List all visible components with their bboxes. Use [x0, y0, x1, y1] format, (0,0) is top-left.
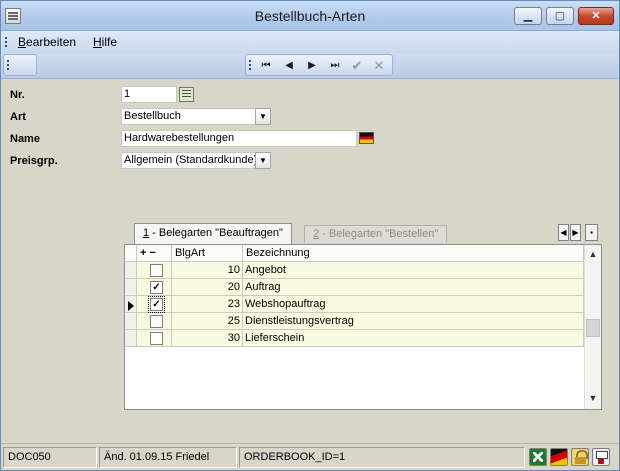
nr-field[interactable]: 1	[121, 86, 177, 103]
row-indicator-header	[125, 245, 137, 262]
app-window: Bestellbuch-Arten ▁ ▢ ✕ Bearbeiten Hilfe…	[0, 0, 620, 471]
status-doc-code: DOC050	[3, 447, 97, 468]
preisgrp-select[interactable]: Allgemein (Standardkunde)	[121, 152, 256, 169]
toolbar-handle[interactable]	[3, 54, 37, 76]
row-checkbox[interactable]	[150, 315, 163, 328]
tab-belegarten-beauftragen[interactable]: 1 - Belegarten "Beauftragen"	[134, 223, 292, 244]
last-record-icon[interactable]: ⏭	[325, 57, 345, 74]
preisgrp-label: Preisgrp.	[10, 155, 58, 167]
row-indicator[interactable]	[125, 262, 137, 279]
plus-minus-header[interactable]: + −	[137, 245, 172, 262]
art-select[interactable]: Bestellbuch	[121, 108, 256, 125]
tab-scroll-right-icon[interactable]: ▶	[570, 224, 581, 241]
table-row-blgart[interactable]: 20	[172, 279, 243, 296]
column-header-blgart[interactable]: BlgArt	[172, 245, 243, 262]
nr-label: Nr.	[10, 89, 25, 101]
save-icon[interactable]	[592, 448, 610, 466]
art-dropdown-chevron-icon[interactable]: ▼	[255, 108, 271, 125]
record-navigator: ⏮ ◀ ▶ ⏭ ✔ ✕	[245, 54, 393, 76]
german-flag-icon[interactable]	[359, 132, 374, 144]
close-button[interactable]: ✕	[578, 7, 614, 25]
remove-all-icon[interactable]: −	[150, 247, 156, 259]
title-bar: Bestellbuch-Arten ▁ ▢ ✕	[1, 1, 619, 31]
name-label: Name	[10, 133, 40, 145]
menubar-grip-icon[interactable]	[5, 37, 8, 47]
name-field[interactable]: Hardwarebestellungen	[121, 130, 357, 147]
column-header-bezeichnung[interactable]: Bezeichnung	[243, 245, 584, 262]
language-flag-icon[interactable]	[550, 448, 568, 466]
lookup-icon[interactable]	[179, 87, 194, 102]
first-record-icon[interactable]: ⏮	[256, 57, 276, 74]
next-record-icon[interactable]: ▶	[302, 57, 322, 74]
row-checkbox[interactable]	[150, 264, 163, 277]
add-all-icon[interactable]: +	[140, 247, 146, 259]
excel-export-icon[interactable]	[529, 448, 547, 466]
scroll-thumb[interactable]	[586, 319, 600, 337]
cancel-icon[interactable]: ✕	[369, 57, 389, 74]
table-row-bezeichnung[interactable]: Webshopauftrag	[243, 296, 584, 313]
menu-bar: Bearbeiten Hilfe	[1, 31, 619, 53]
art-label: Art	[10, 111, 26, 123]
maximize-button[interactable]: ▢	[546, 7, 574, 25]
table-row-blgart[interactable]: 23	[172, 296, 243, 313]
lock-icon[interactable]	[571, 448, 589, 466]
menu-hilfe[interactable]: Hilfe	[93, 35, 117, 49]
status-last-changed: Änd. 01.09.15 Friedel	[99, 447, 237, 468]
table-row-blgart[interactable]: 30	[172, 330, 243, 347]
grid-vertical-scrollbar[interactable]: ▲ ▼	[584, 245, 601, 409]
minimize-button[interactable]: ▁	[514, 7, 542, 25]
row-checkbox-checked[interactable]: ✓	[150, 281, 163, 294]
navigator-grip-icon[interactable]	[249, 60, 252, 70]
toolbar-grip-icon	[7, 60, 10, 70]
row-indicator[interactable]	[125, 279, 137, 296]
row-checkbox[interactable]	[150, 332, 163, 345]
tab-scroll-left-icon[interactable]: ◀	[558, 224, 569, 241]
table-row-bezeichnung[interactable]: Auftrag	[243, 279, 584, 296]
status-record-key: ORDERBOOK_ID=1	[239, 447, 525, 468]
preisgrp-dropdown-chevron-icon[interactable]: ▼	[255, 152, 271, 169]
status-bar: DOC050 Änd. 01.09.15 Friedel ORDERBOOK_I…	[1, 443, 619, 470]
table-row-blgart[interactable]: 10	[172, 262, 243, 279]
previous-record-icon[interactable]: ◀	[279, 57, 299, 74]
tab-strip: 1 - Belegarten "Beauftragen" 2 - Belegar…	[124, 222, 602, 244]
row-indicator[interactable]	[125, 330, 137, 347]
table-row-bezeichnung[interactable]: Lieferschein	[243, 330, 584, 347]
tab-close-icon[interactable]: ▪	[585, 224, 598, 241]
toolbar-row: ⏮ ◀ ▶ ⏭ ✔ ✕	[1, 53, 619, 79]
scroll-up-icon[interactable]: ▲	[585, 247, 601, 262]
table-row-bezeichnung[interactable]: Angebot	[243, 262, 584, 279]
menu-bearbeiten[interactable]: Bearbeiten	[18, 35, 76, 49]
table-row-blgart[interactable]: 25	[172, 313, 243, 330]
row-checkbox-checked[interactable]: ✓	[148, 296, 165, 313]
current-row-arrow-icon	[128, 301, 134, 311]
confirm-icon[interactable]: ✔	[347, 57, 367, 74]
row-indicator[interactable]	[125, 313, 137, 330]
table-row-bezeichnung[interactable]: Dienstleistungsvertrag	[243, 313, 584, 330]
scroll-down-icon[interactable]: ▼	[585, 391, 601, 406]
tab-belegarten-bestellen[interactable]: 2 - Belegarten "Bestellen"	[304, 225, 448, 243]
